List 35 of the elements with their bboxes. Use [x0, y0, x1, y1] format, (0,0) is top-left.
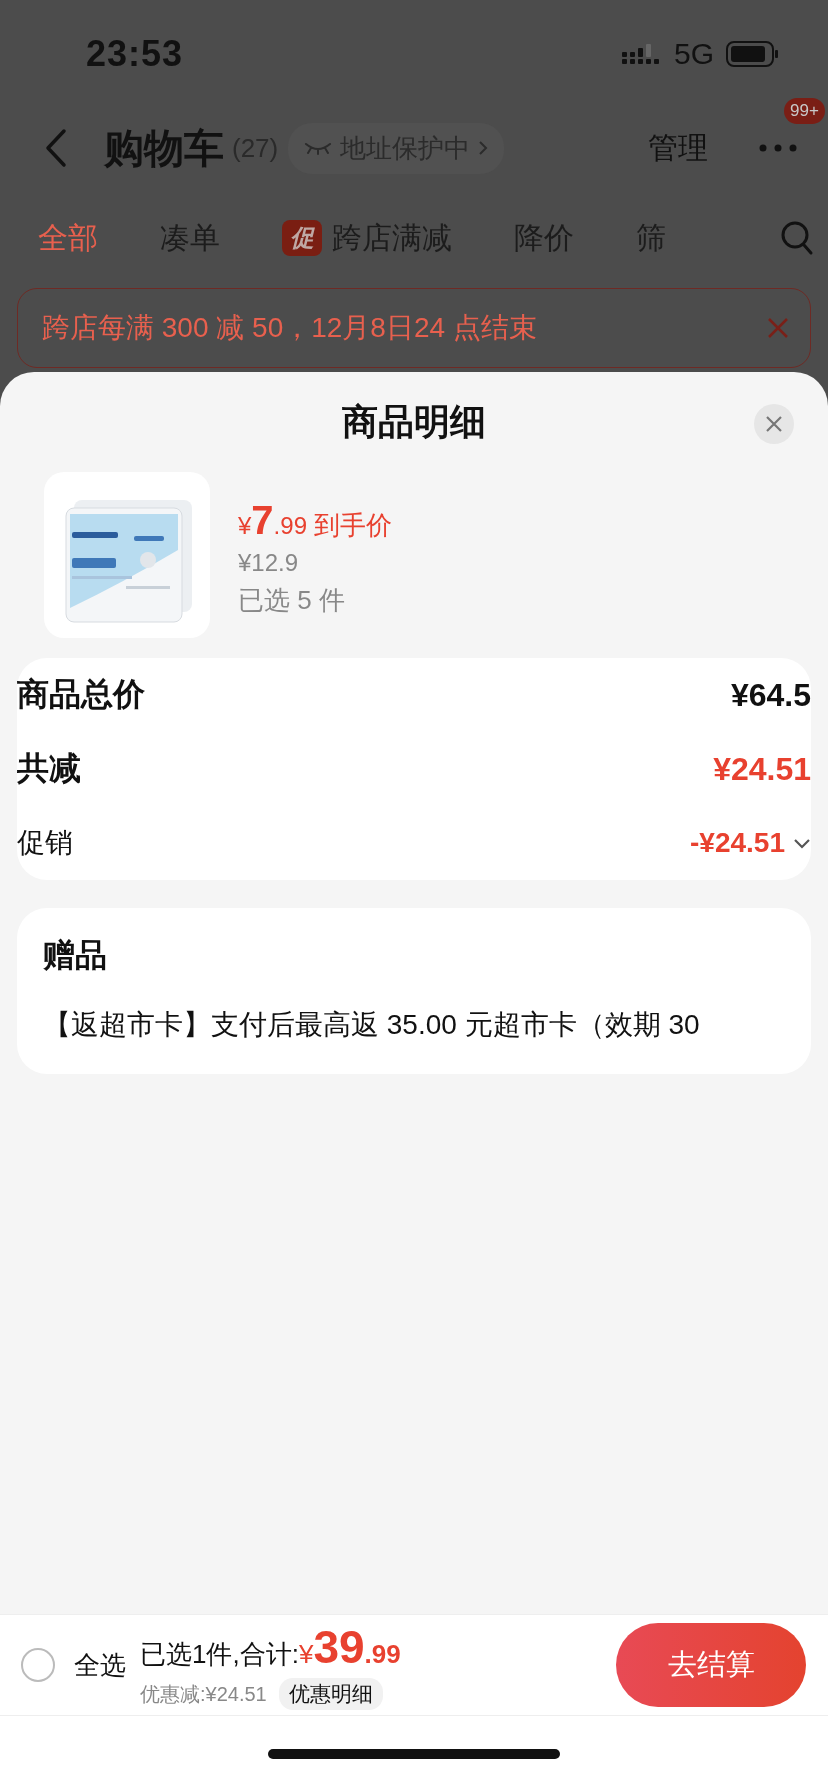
summary-label: 共减: [17, 749, 81, 788]
status-time: 23:53: [86, 33, 184, 75]
back-icon[interactable]: [44, 128, 68, 168]
select-all-label[interactable]: 全选: [74, 1647, 126, 1683]
select-all-radio[interactable]: [20, 1647, 56, 1683]
signal-icon: [621, 43, 662, 65]
battery-icon: [726, 41, 780, 67]
chevron-down-icon[interactable]: [793, 837, 811, 849]
banner-text: 跨店每满 300 减 50，12月8日24 点结束: [42, 311, 537, 345]
close-icon[interactable]: [754, 404, 794, 444]
summary-label: 商品总价: [17, 675, 145, 714]
discount-details-button[interactable]: 优惠明细: [278, 1678, 383, 1710]
total-price: 已选1件,合计:¥39.99: [140, 1620, 401, 1674]
promo-tag: 促: [282, 220, 322, 256]
summary-value: -¥24.51: [690, 827, 785, 859]
notification-badge: 99+: [784, 98, 825, 124]
search-icon[interactable]: [780, 220, 814, 256]
summary-label: 促销: [17, 826, 73, 860]
chevron-right-icon: [478, 140, 489, 156]
discount-amount: 优惠减:¥24.51: [140, 1681, 267, 1707]
summary-value: ¥64.5: [730, 676, 811, 714]
checkout-button[interactable]: 去结算: [616, 1623, 806, 1707]
filter-tab[interactable]: 全部: [38, 217, 98, 259]
original-price: ¥12.9: [238, 549, 300, 577]
more-icon[interactable]: [758, 143, 798, 153]
page-title: 购物车: [104, 124, 224, 172]
network-label: 5G: [673, 37, 714, 71]
gift-title: 赠品: [43, 936, 108, 975]
summary-value: ¥24.51: [713, 750, 811, 788]
sheet-title: 商品明细: [342, 399, 486, 444]
deal-price: ¥7.99 到手价: [238, 498, 393, 543]
closed-eye-icon: [304, 141, 333, 155]
gift-description: 【返超市卡】支付后最高返 35.00 元超市卡（效期 30: [43, 1008, 701, 1042]
selected-quantity: 已选 5 件: [238, 584, 346, 617]
manage-link[interactable]: 管理: [648, 127, 708, 169]
